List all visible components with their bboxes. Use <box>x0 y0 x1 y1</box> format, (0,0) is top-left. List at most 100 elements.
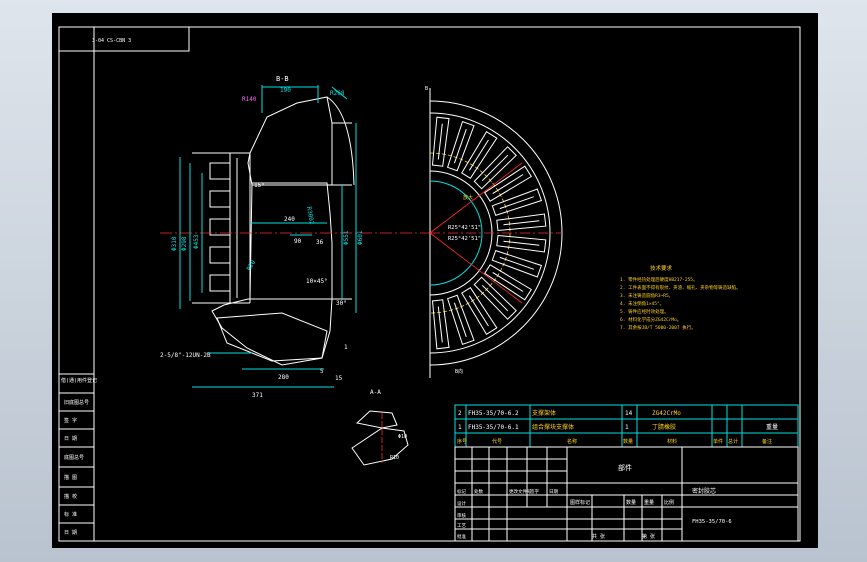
drawing-canvas[interactable]: 3-04 CS-CBN 3 借(通)用件登记 旧底图总号 签 字 日 期 底图总… <box>52 13 818 548</box>
panel-label: 借(通)用件登记 <box>61 377 97 384</box>
block-label: 数量 <box>626 499 636 506</box>
dim-551: Φ551 <box>343 230 350 245</box>
slot-centerline <box>499 256 534 270</box>
dim-240: 240 <box>284 216 295 223</box>
frame-code: 3-04 CS-CBN 3 <box>92 38 131 44</box>
section-view-bb[interactable]: B-B 190 R268 240 90 36 Φ310 Φ298 Φ453 Φ5… <box>160 75 432 399</box>
angle-dim-1: R25°42'51" <box>448 225 481 231</box>
dim-280: 280 <box>278 374 289 381</box>
cad-app-window: 3-04 CS-CBN 3 借(通)用件登记 旧底图总号 签 字 日 期 底图总… <box>0 0 867 562</box>
block-label: 审核 <box>457 512 466 519</box>
section-label-aa: A-A <box>370 389 381 396</box>
slot-centerline <box>437 123 443 160</box>
title-block[interactable]: 部件 密封胶芯 FH35-35/70-6 标记 处数 更改文件号 签字 日期 图… <box>454 446 799 542</box>
dim-371: 371 <box>252 392 263 399</box>
dim-310: Φ310 <box>171 236 178 251</box>
block-label: 处数 <box>474 488 483 495</box>
company-name: 密封胶芯 <box>692 487 716 495</box>
block-label: 签字 <box>530 488 539 495</box>
dim-298: Φ298 <box>181 236 188 251</box>
tech-line: 4. 未注倒角1×45°。 <box>620 300 664 307</box>
aa-d10: Φ10 <box>398 434 407 440</box>
block-label: 比例 <box>664 499 674 506</box>
slot-centerline <box>453 302 467 337</box>
dim-36: 36 <box>316 239 324 246</box>
tech-line: 1. 零件经热处理后硬度HB217-255。 <box>620 276 698 283</box>
sheet-number: 第 张 <box>642 533 655 540</box>
header-cell: 名称 <box>567 438 577 445</box>
thread-callout: 2-5/8"-12UN-2B <box>160 352 211 359</box>
slot-centerline <box>503 240 540 246</box>
header-cell: 代号 <box>492 438 502 445</box>
section-mark-b: B <box>425 86 428 92</box>
row-material: ZG42CrMo <box>652 410 681 417</box>
block-label: 日期 <box>549 489 558 495</box>
panel-label: 底图总号 <box>64 454 84 461</box>
block-label: 批准 <box>457 533 466 540</box>
dim-chamfer: 10×45° <box>306 278 328 285</box>
slot-centerline <box>453 129 467 164</box>
block-label: 更改文件号 <box>509 488 532 495</box>
dim-r268: R268 <box>330 90 345 97</box>
drawing-number: FH35-35/70-6 <box>692 519 732 525</box>
slot-centerline <box>437 306 443 343</box>
section-view-aa[interactable]: A-A Φ10 R10 <box>351 389 409 466</box>
row-name: 支撑架体 <box>532 409 556 417</box>
dim-r140: R140 <box>242 96 257 103</box>
tech-line: 2. 工件表面不得有裂纹、夹渣、缩孔、夹杂物等铸造缺陷。 <box>620 284 741 291</box>
inner-frame <box>93 26 801 542</box>
row-qty: 14 <box>625 410 633 417</box>
dim-90: 90 <box>294 238 302 245</box>
sheet-total: 共 张 <box>592 533 605 540</box>
slot-centerline <box>499 196 534 210</box>
zoom-label: 放大 <box>463 194 473 201</box>
face-view[interactable]: B R25°42'51" R25°42'51" 放大 B向 <box>425 86 563 378</box>
row-code: FH35-35/70-6.2 <box>468 410 519 417</box>
tech-line: 6. 材料化学成分ZG42CrMo。 <box>620 316 681 323</box>
aa-r10: R10 <box>390 455 399 461</box>
panel-label: 标 准 <box>64 511 77 518</box>
left-signature-panel: 借(通)用件登记 旧底图总号 签 字 日 期 底图总号 描 图 描 校 标 准 … <box>58 373 97 542</box>
tech-line: 3. 未注铸造圆角R3~R5。 <box>620 292 673 299</box>
row-index: 2 <box>458 410 462 417</box>
aa-upper <box>355 410 398 429</box>
hatched-upper-segment <box>247 96 333 186</box>
block-label: 标记 <box>457 488 466 495</box>
panel-label: 日 期 <box>64 436 77 442</box>
dim-15: 15 <box>335 375 343 382</box>
slot-centerline <box>503 220 540 226</box>
header-cell: 数量 <box>623 438 633 445</box>
header-cell: 单件 <box>713 438 723 445</box>
row-material: 丁腈橡胶 <box>652 423 676 431</box>
tech-title: 技术要求 <box>650 264 673 272</box>
hatched-lower-segment <box>211 298 333 366</box>
drawing-viewport[interactable]: 3-04 CS-CBN 3 借(通)用件登记 旧底图总号 签 字 日 期 底图总… <box>52 13 818 548</box>
parts-list[interactable]: 2 FH35-35/70-6.2 支撑架体 14 ZG42CrMo 1 FH35… <box>454 404 799 448</box>
dim-601: Φ601 <box>357 230 364 245</box>
panel-label: 签 字 <box>64 417 77 424</box>
dim-r20: R20 <box>246 259 258 272</box>
panel-label: 描 校 <box>64 493 77 500</box>
section-label-bb: B-B <box>276 75 289 83</box>
header-cell: 总计 <box>728 438 738 445</box>
left-teeth <box>209 153 251 303</box>
header-cell: 备注 <box>762 438 772 445</box>
row-code: FH35-35/70-6.1 <box>468 424 519 431</box>
block-label: 重量 <box>644 499 654 506</box>
tech-line: 7. 其余按JB/T 5000-2007 执行。 <box>620 324 696 331</box>
block-label: 图样标记 <box>570 499 590 506</box>
block-label: 工艺 <box>457 523 466 529</box>
panel-label: 旧底图总号 <box>64 399 89 406</box>
panel-label: 日 期 <box>64 530 77 536</box>
dim-one: 1 <box>344 344 348 351</box>
block-label: 设计 <box>457 500 466 507</box>
dim-angle-15: 15° <box>254 182 265 189</box>
row-qty: 1 <box>625 424 629 431</box>
dim-190: 190 <box>280 87 291 94</box>
angle-dim-2: R25°42'51" <box>448 236 481 242</box>
row-name: 组合撑块支撑体 <box>532 423 574 431</box>
header-cell: 序号 <box>457 438 467 445</box>
dim-453: Φ453 <box>193 234 200 249</box>
dim-5: 5 <box>320 368 324 375</box>
b-direction-label: B向 <box>455 368 463 375</box>
